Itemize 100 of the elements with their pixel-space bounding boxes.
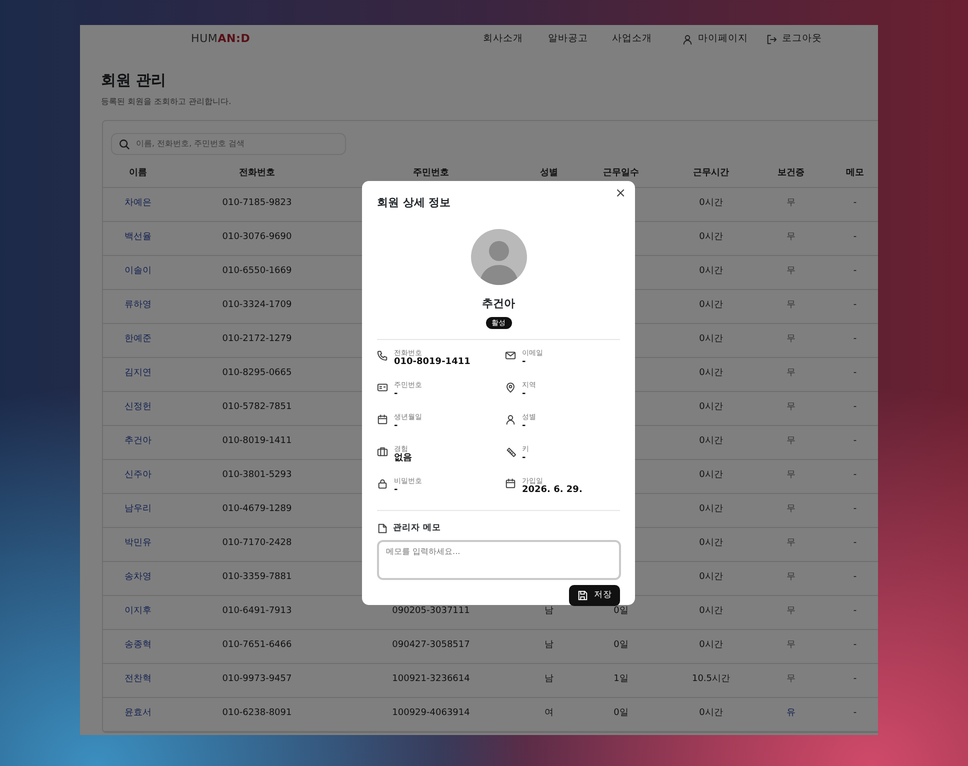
table-cell: 무 — [786, 504, 796, 514]
table-cell: 010-7651-6466 — [222, 640, 292, 650]
nav-link[interactable]: 마이페이지 — [682, 32, 748, 46]
table-cell: - — [853, 266, 857, 276]
column-header: 메모 — [845, 166, 865, 180]
member-name-link[interactable]: 박민유 — [124, 538, 152, 548]
calendar-icon — [505, 478, 516, 489]
table-cell: 0시간 — [699, 572, 723, 582]
user-icon — [682, 34, 693, 44]
table-cell: 남 — [544, 606, 554, 616]
table-cell: 무 — [786, 266, 796, 276]
field-value: - — [394, 421, 399, 434]
column-header: 주민번호 — [412, 166, 450, 180]
nav-link[interactable]: 사업소개 — [612, 32, 652, 46]
member-name-link[interactable]: 차예은 — [124, 198, 152, 208]
note-icon — [377, 523, 388, 534]
member-name-link[interactable]: 남우리 — [124, 504, 152, 514]
member-name-link[interactable]: 송종혁 — [124, 640, 152, 650]
table-cell: 남 — [544, 674, 554, 684]
table-cell: 010-5782-7851 — [222, 402, 292, 412]
table-cell: 010-7185-9823 — [222, 198, 292, 208]
table-cell: - — [853, 538, 857, 548]
table-cell: 010-4679-1289 — [222, 504, 292, 514]
map-pin-icon — [505, 382, 516, 393]
table-cell: 010-7170-2428 — [222, 538, 292, 548]
table-cell: - — [853, 402, 857, 412]
member-name-link[interactable]: 김지연 — [124, 368, 152, 378]
table-cell: 0시간 — [699, 368, 723, 378]
id-card-icon — [377, 382, 388, 393]
member-name-link[interactable]: 류하영 — [124, 300, 152, 310]
field-value: 없음 — [394, 453, 412, 466]
member-name-link[interactable]: 신주아 — [124, 470, 152, 480]
phone-icon — [377, 350, 388, 361]
nav-link[interactable]: 로그아웃 — [766, 32, 822, 46]
ruler-icon — [505, 446, 516, 457]
table-cell: 010-3801-5293 — [222, 470, 292, 480]
table-cell: 무 — [786, 470, 796, 480]
table-cell: - — [853, 470, 857, 480]
member-name-link[interactable]: 윤효서 — [124, 708, 152, 718]
table-cell: 0시간 — [699, 640, 723, 650]
table-cell: 0일 — [614, 606, 628, 616]
table-cell: 0시간 — [699, 538, 723, 548]
member-name-link[interactable]: 이지후 — [124, 606, 152, 616]
nav-link[interactable]: 회사소개 — [483, 32, 523, 46]
table-cell: 0시간 — [699, 402, 723, 412]
column-header: 근무일수 — [602, 166, 640, 180]
table-cell: 0시간 — [699, 232, 723, 242]
save-button[interactable]: 저장 — [569, 584, 620, 606]
table-cell: - — [853, 708, 857, 718]
search-field[interactable]: 이름, 전화번호, 주민번호 검색 — [111, 132, 346, 154]
table-cell: - — [853, 606, 857, 616]
table-cell: - — [853, 300, 857, 310]
table-cell: - — [853, 334, 857, 344]
table-cell: 1일 — [614, 674, 628, 684]
table-cell: 010-8019-1411 — [222, 436, 292, 446]
memo-field[interactable]: 메모를 입력하세요... — [377, 540, 621, 580]
logo[interactable]: HUMAN:D — [191, 30, 250, 48]
field-value: - — [522, 453, 527, 466]
member-name-link[interactable]: 이솔이 — [124, 266, 152, 276]
table-cell: 010-6550-1669 — [222, 266, 292, 276]
member-name-link[interactable]: 송차영 — [124, 572, 152, 582]
memo-title: 관리자 메모 — [393, 522, 441, 535]
table-cell: 0일 — [614, 640, 628, 650]
logout-icon — [766, 34, 777, 44]
table-cell: - — [853, 436, 857, 446]
table-cell: 0시간 — [699, 470, 723, 480]
table-cell: 010-2172-1279 — [222, 334, 292, 344]
member-name-link[interactable]: 전찬혁 — [124, 674, 152, 684]
table-cell: 무 — [786, 606, 796, 616]
page-subtitle: 등록된 회원을 조회하고 관리합니다. — [101, 96, 232, 108]
member-name-link[interactable]: 추건아 — [124, 436, 152, 446]
table-cell: 0시간 — [699, 504, 723, 514]
table-cell: 무 — [786, 436, 796, 446]
field-value: - — [522, 421, 527, 434]
table-cell: 0시간 — [699, 198, 723, 208]
table-cell: - — [853, 640, 857, 650]
table-cell: 010-3324-1709 — [222, 300, 292, 310]
table-cell: 무 — [786, 368, 796, 378]
floppy-disk-icon — [577, 590, 588, 602]
search-icon — [119, 138, 130, 150]
nav-link[interactable]: 알바공고 — [548, 32, 588, 46]
table-cell: 0시간 — [699, 708, 723, 718]
member-name-link[interactable]: 신정헌 — [124, 402, 152, 412]
field-value: - — [522, 357, 527, 370]
table-cell: 무 — [786, 300, 796, 310]
table-cell: - — [853, 368, 857, 378]
member-name-link[interactable]: 백선율 — [124, 232, 152, 242]
table-cell: 0시간 — [699, 266, 723, 276]
table-cell: 010-9973-9457 — [222, 674, 292, 684]
table-cell: 010-3076-9690 — [222, 232, 292, 242]
table-cell: 0시간 — [699, 300, 723, 310]
table-cell: 10.5시간 — [692, 674, 730, 684]
table-cell: 090427-3058517 — [392, 640, 470, 650]
member-name-link[interactable]: 한예준 — [124, 334, 152, 344]
table-cell: 0일 — [614, 708, 628, 718]
close-button[interactable]: × — [615, 187, 626, 200]
table-cell: 010-6238-8091 — [222, 708, 292, 718]
column-header: 전화번호 — [238, 166, 276, 180]
table-cell: 010-8295-0665 — [222, 368, 292, 378]
table-cell: 010-3359-7881 — [222, 572, 292, 582]
